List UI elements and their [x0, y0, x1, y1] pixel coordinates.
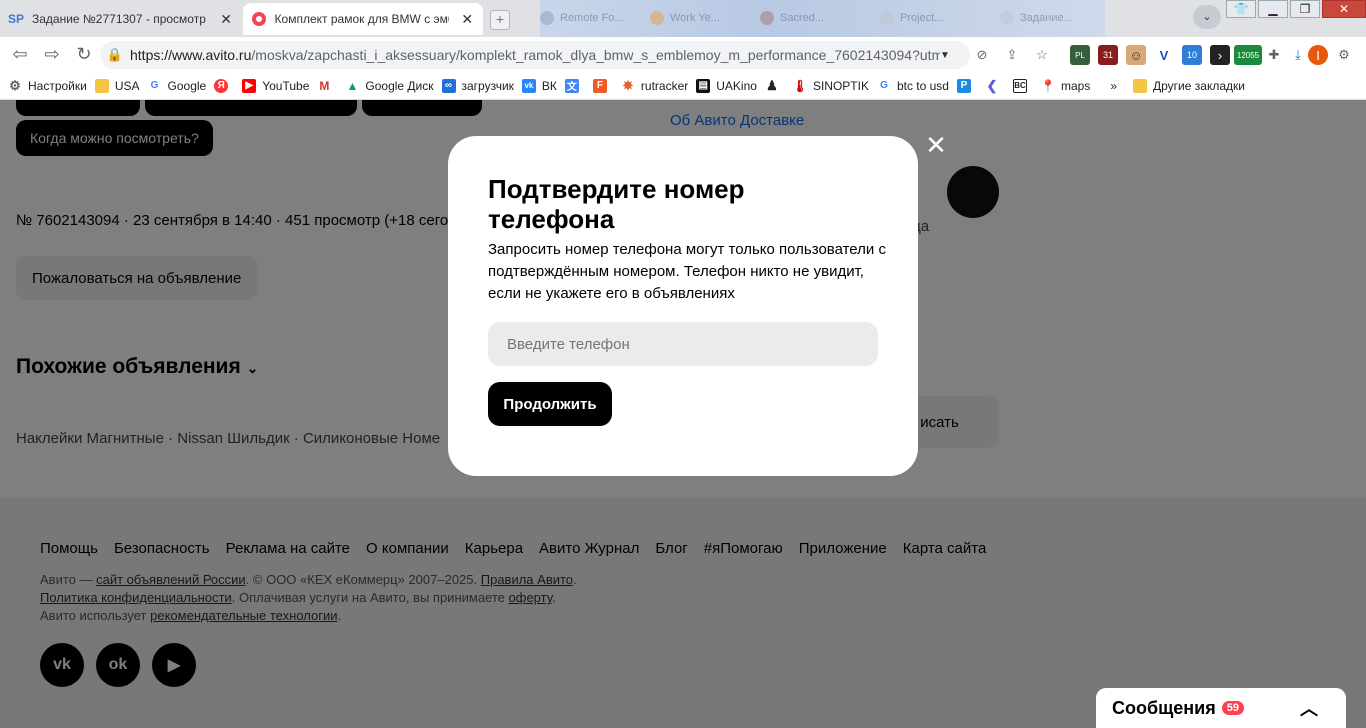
avito-icon: [251, 11, 267, 27]
maximize-button[interactable]: ❐: [1290, 0, 1320, 18]
bookmark-usa[interactable]: USA: [94, 78, 140, 93]
profile-avatar[interactable]: I: [1308, 45, 1328, 65]
forward-button[interactable]: ⇨: [40, 43, 64, 67]
close-window-button[interactable]: ✕: [1322, 0, 1366, 18]
bc-icon: BC: [1012, 78, 1027, 93]
modal-title: Подтвердите номер телефона: [488, 174, 745, 234]
background-tab[interactable]: Work Ye...: [650, 8, 720, 28]
bookmarks-bar: ⚙ Настройки USA G Google Я ▶ YouTube M ▲ Goo…: [0, 72, 1366, 100]
bookmark-settings[interactable]: ⚙ Настройки: [8, 77, 87, 93]
folder-icon: [94, 78, 109, 93]
tab-strip: SP Задание №2771307 - просмотр з ✕ Компл…: [0, 0, 1366, 37]
bookmark-maps[interactable]: 📍 maps: [1040, 78, 1091, 93]
bookmark-gmail[interactable]: M: [317, 79, 337, 93]
tab-title: Задание №2771307 - просмотр з: [32, 12, 209, 26]
bitcoin-extension-icon[interactable]: 12055: [1234, 45, 1262, 65]
menu-icon[interactable]: ⚙: [1334, 45, 1354, 65]
address-bar[interactable]: 🔒 https://www.avito.ru/moskva/zapchasti_…: [100, 41, 970, 69]
chevron-up-icon[interactable]: ︿: [1300, 695, 1318, 721]
background-tab[interactable]: Задание...: [1000, 8, 1073, 28]
puzzle-icon[interactable]: ✚: [1264, 45, 1284, 65]
gear-icon: ⚙: [9, 77, 21, 93]
bookmark-btc[interactable]: Gbtc to usd: [877, 79, 949, 93]
p-icon: P: [956, 78, 971, 93]
pl-extension-icon[interactable]: PL: [1070, 45, 1090, 65]
star-icon[interactable]: ☆: [1032, 45, 1052, 65]
new-tab-button[interactable]: +: [490, 10, 510, 30]
yandex-icon: Я: [214, 78, 229, 93]
background-tab[interactable]: Sacred...: [760, 8, 824, 28]
reload-button[interactable]: ↻: [72, 43, 96, 67]
dropdown-icon[interactable]: ▼: [940, 50, 950, 61]
drive-icon: ▲: [346, 78, 359, 93]
messages-count-badge: 59: [1221, 701, 1244, 715]
google-icon: G: [150, 80, 159, 91]
person-icon: ♟: [766, 77, 778, 93]
tshirt-icon[interactable]: 👕: [1226, 0, 1256, 18]
browser-window: SP Задание №2771307 - просмотр з ✕ Компл…: [0, 0, 1366, 728]
close-icon[interactable]: ✕: [924, 132, 948, 158]
background-tab[interactable]: Remote Fo...: [540, 8, 624, 28]
vk-icon: vk: [521, 78, 536, 93]
bookmark-sinoptik[interactable]: 🌡 SINOPTIK: [792, 78, 869, 93]
sp-icon: SP: [8, 12, 25, 26]
minimize-button[interactable]: ▁: [1258, 0, 1288, 18]
back-button[interactable]: ⇦: [8, 43, 32, 67]
youtube-icon: ▶: [242, 78, 257, 93]
window-controls: 👕 ▁ ❐ ✕: [1224, 0, 1366, 20]
share-icon[interactable]: ⇪: [1002, 45, 1022, 65]
face-extension-icon[interactable]: ☺: [1126, 45, 1146, 65]
bookmark-f[interactable]: F: [592, 78, 613, 93]
f-icon: F: [592, 78, 607, 93]
terminal-extension-icon[interactable]: ›: [1210, 45, 1230, 65]
background-tab[interactable]: Project...: [880, 8, 943, 28]
bookmark-arrow[interactable]: ❮: [985, 77, 1005, 93]
blocked-icon[interactable]: ⊘: [972, 45, 992, 65]
thermometer-icon: 🌡: [792, 78, 808, 93]
url-text[interactable]: https://www.avito.ru/moskva/zapchasti_i_…: [130, 47, 940, 63]
google-icon: G: [880, 80, 888, 91]
messages-panel[interactable]: Сообщения59︿: [1096, 688, 1346, 728]
tab-task[interactable]: SP Задание №2771307 - просмотр з ✕: [0, 3, 242, 35]
bookmark-bc[interactable]: BC: [1012, 78, 1033, 93]
bookmark-translate[interactable]: 文: [564, 78, 585, 93]
other-bookmarks[interactable]: Другие закладки: [1133, 78, 1245, 93]
phone-confirm-modal: Подтвердите номер телефона Запросить ном…: [448, 136, 918, 476]
browser-toolbar: ⇦ ⇨ ↻ 🔒 https://www.avito.ru/moskva/zapc…: [0, 37, 1366, 72]
modal-text: Запросить номер телефона могут только по…: [488, 241, 886, 302]
bookmarks-more[interactable]: »: [1110, 79, 1117, 93]
download-icon[interactable]: ⤓: [1288, 45, 1308, 65]
bookmark-yandex[interactable]: Я: [214, 78, 234, 93]
folder-icon: [1133, 78, 1148, 93]
bookmark-google-drive[interactable]: ▲ Google Диск: [345, 79, 433, 93]
bookmark-uakino[interactable]: ▤ UAKino: [696, 78, 757, 93]
tab-search-button[interactable]: ⌄: [1193, 5, 1221, 29]
bookmark-rutracker[interactable]: ✸ rutracker: [621, 77, 688, 93]
lock-icon[interactable]: 🔒: [100, 47, 130, 63]
film-icon: ▤: [696, 78, 711, 93]
arrow-left-icon: ❮: [986, 77, 998, 93]
v-extension-icon[interactable]: V: [1154, 45, 1174, 65]
map-pin-icon: 📍: [1040, 78, 1056, 93]
infinity-icon: ∞: [441, 78, 456, 93]
calendar-extension-icon[interactable]: 31: [1098, 45, 1118, 65]
tab-title: Комплект рамок для BMW с эмбл: [274, 12, 450, 26]
close-tab-icon[interactable]: ✕: [218, 11, 234, 28]
bookmark-vk[interactable]: vk ВК: [521, 78, 557, 93]
bookmark-youtube[interactable]: ▶ YouTube: [242, 78, 309, 93]
phone-input[interactable]: [488, 322, 878, 366]
gmail-icon: M: [319, 78, 330, 93]
bookmark-p[interactable]: P: [956, 78, 977, 93]
bookmark-google[interactable]: G Google: [148, 79, 207, 93]
bookmark-loader[interactable]: ∞ загрузчик: [441, 78, 514, 93]
star-burst-icon: ✸: [622, 77, 634, 93]
counter-extension-icon[interactable]: 10: [1182, 45, 1202, 65]
tab-avito[interactable]: Комплект рамок для BMW с эмбл ✕: [243, 3, 483, 35]
bookmark-person[interactable]: ♟: [765, 77, 785, 93]
continue-button[interactable]: Продолжить: [488, 382, 612, 426]
close-tab-icon[interactable]: ✕: [459, 11, 475, 28]
translate-icon: 文: [564, 78, 579, 93]
